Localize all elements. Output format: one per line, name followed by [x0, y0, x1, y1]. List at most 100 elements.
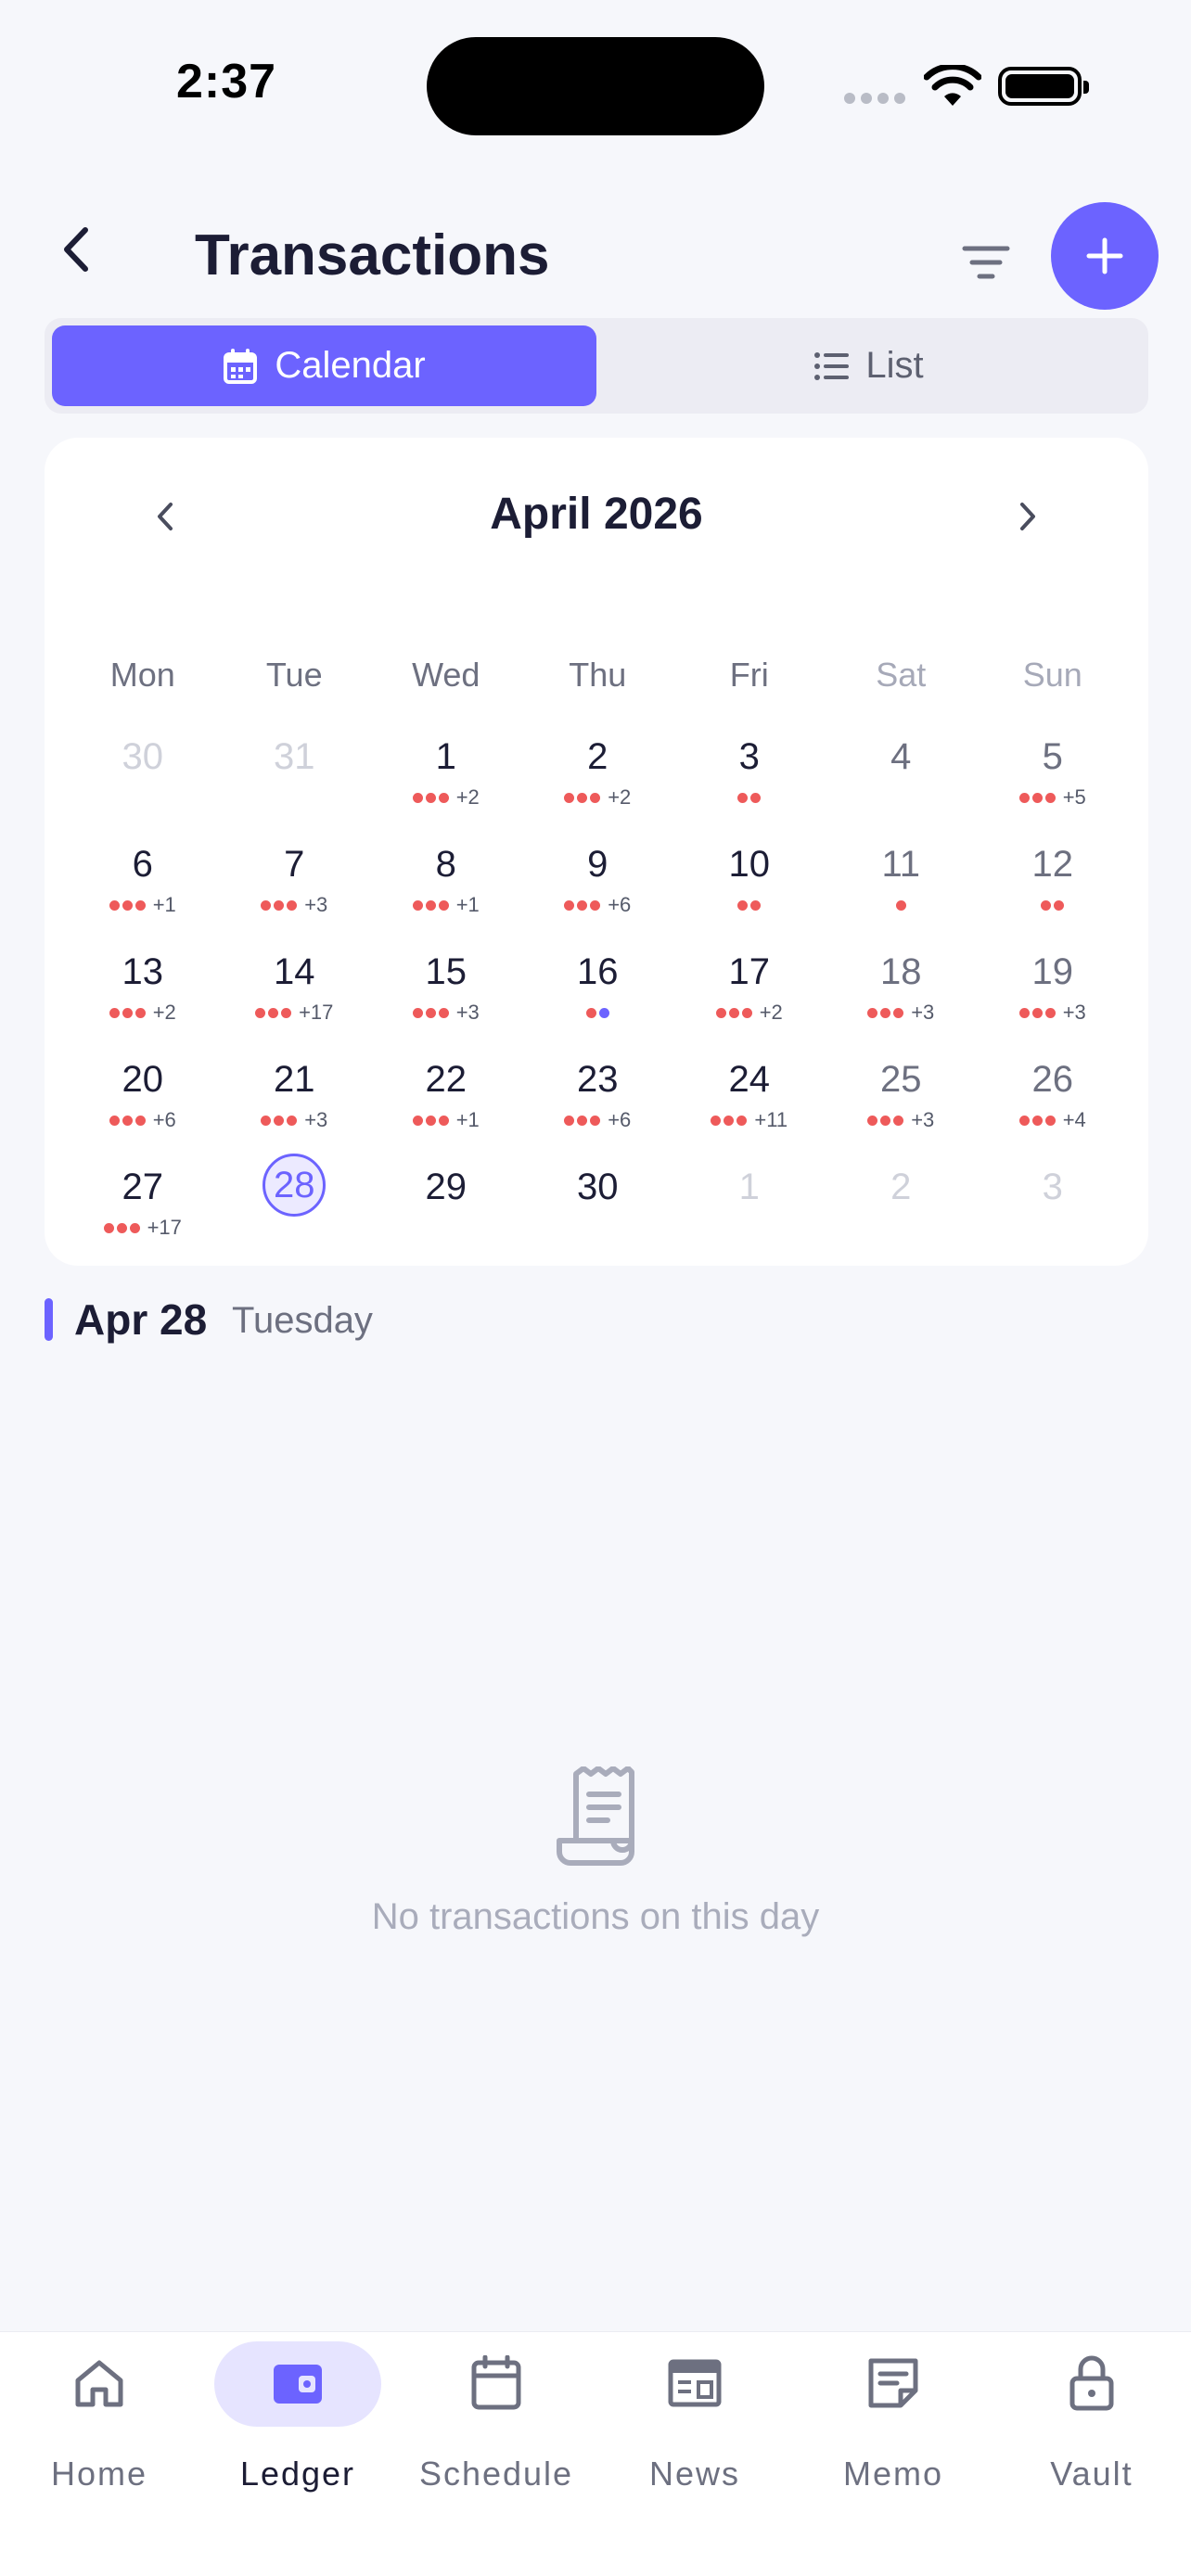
day-number: 5	[1042, 736, 1063, 777]
calendar-day[interactable]: 26 +4	[977, 1055, 1129, 1163]
calendar-day[interactable]: 1 +2	[370, 733, 522, 840]
receipt-icon	[557, 1766, 634, 1866]
more-count: +3	[911, 1001, 935, 1024]
add-transaction-button[interactable]	[1051, 202, 1159, 310]
calendar-day[interactable]: 10	[673, 840, 826, 948]
calendar-day[interactable]: 6 +1	[67, 840, 219, 948]
expense-dot	[1044, 792, 1056, 803]
calendar-day[interactable]: 9 +6	[522, 840, 674, 948]
nav-item-vault[interactable]: Vault	[992, 2332, 1191, 2499]
calendar-day[interactable]: 4	[826, 733, 978, 840]
transaction-indicators	[522, 1001, 674, 1024]
nav-item-news[interactable]: News	[596, 2332, 794, 2499]
calendar-day[interactable]: 16	[522, 948, 674, 1055]
expense-dot	[274, 1115, 285, 1126]
more-count: +3	[911, 1108, 935, 1131]
expense-dot	[134, 899, 146, 911]
calendar-day[interactable]: 13 +2	[67, 948, 219, 1055]
calendar-view-tab[interactable]: Calendar	[52, 325, 596, 406]
expense-dot	[425, 899, 436, 911]
transaction-indicators	[673, 1217, 826, 1239]
expense-dot	[261, 899, 272, 911]
nav-item-schedule[interactable]: Schedule	[397, 2332, 596, 2499]
more-count: +6	[608, 1108, 632, 1131]
calendar-day-selected[interactable]: 28	[219, 1154, 371, 1270]
calendar-view-label: Calendar	[275, 345, 426, 386]
weekday-label: Wed	[412, 656, 480, 694]
weekday-label: Tue	[265, 656, 323, 694]
expense-dot	[425, 1007, 436, 1018]
calendar-day[interactable]: 19 +3	[977, 948, 1129, 1055]
expense-dot	[724, 1115, 735, 1126]
next-month-button[interactable]	[991, 484, 1065, 549]
back-button[interactable]	[48, 208, 104, 291]
expense-dot	[577, 899, 588, 911]
nav-item-memo[interactable]: Memo	[794, 2332, 992, 2499]
more-count: +11	[754, 1108, 788, 1131]
calendar-day[interactable]: 24 +11	[673, 1055, 826, 1163]
calendar-icon	[224, 348, 258, 384]
transaction-indicators: +2	[67, 1001, 219, 1024]
nav-label-news: News	[648, 2455, 741, 2493]
transaction-indicators	[977, 894, 1129, 916]
expense-dot	[750, 792, 762, 803]
calendar-day[interactable]: 29	[370, 1163, 522, 1270]
list-view-tab[interactable]: List	[596, 325, 1141, 406]
calendar-day[interactable]: 1	[673, 1163, 826, 1270]
expense-dot	[1018, 792, 1030, 803]
calendar-day[interactable]: 18 +3	[826, 948, 978, 1055]
calendar-day[interactable]: 3	[977, 1163, 1129, 1270]
expense-dot	[590, 899, 601, 911]
calendar-day[interactable]: 3	[673, 733, 826, 840]
calendar-day[interactable]: 2 +2	[522, 733, 674, 840]
calendar-day[interactable]: 11	[826, 840, 978, 948]
day-number: 11	[881, 844, 921, 885]
more-count: +17	[299, 1001, 334, 1024]
expense-dot	[880, 1115, 891, 1126]
expense-dot	[564, 1115, 575, 1126]
calendar-day[interactable]: 17 +2	[673, 948, 826, 1055]
calendar-day[interactable]: 15 +3	[370, 948, 522, 1055]
calendar-day[interactable]: 8 +1	[370, 840, 522, 948]
expense-dot	[438, 1007, 449, 1018]
more-count: +3	[1062, 1001, 1086, 1024]
calendar-day[interactable]: 23 +6	[522, 1055, 674, 1163]
calendar-day[interactable]: 2	[826, 1163, 978, 1270]
transaction-indicators	[67, 786, 219, 809]
selected-weekday: Tuesday	[232, 1300, 373, 1341]
calendar-day[interactable]: 21 +3	[219, 1055, 371, 1163]
day-number: 30	[577, 1167, 619, 1207]
calendar-day[interactable]: 5 +5	[977, 733, 1129, 840]
day-number: 1	[738, 1167, 760, 1207]
day-number: 9	[587, 844, 608, 885]
expense-dot	[736, 1115, 748, 1126]
expense-dot	[412, 1115, 423, 1126]
calendar-day[interactable]: 30	[522, 1163, 674, 1270]
expense-dot	[425, 1115, 436, 1126]
transaction-indicators: +3	[219, 893, 371, 916]
more-count: +4	[1062, 1108, 1086, 1131]
calendar-day[interactable]: 27 +17	[67, 1163, 219, 1270]
more-count: +1	[152, 893, 176, 916]
weekday-label: Thu	[569, 656, 627, 694]
calendar-day[interactable]: 20 +6	[67, 1055, 219, 1163]
calendar-day[interactable]: 30	[67, 733, 219, 840]
calendar-day[interactable]: 14 +17	[219, 948, 371, 1055]
nav-item-home[interactable]: Home	[0, 2332, 198, 2499]
calendar-week-row: 13 +2 14 +17 15 +3 16 17 +2 18 +3 19 +3	[67, 948, 1129, 1055]
calendar-day[interactable]: 22 +1	[370, 1055, 522, 1163]
expense-dot	[261, 1115, 272, 1126]
transaction-indicators: +3	[977, 1001, 1129, 1024]
day-number: 31	[274, 736, 315, 777]
calendar-day[interactable]: 12	[977, 840, 1129, 948]
filter-button[interactable]	[954, 230, 1018, 295]
calendar-day[interactable]: 31	[219, 733, 371, 840]
calendar-day[interactable]: 25 +3	[826, 1055, 978, 1163]
day-number: 22	[425, 1059, 467, 1100]
expense-dot	[109, 899, 120, 911]
expense-dot	[268, 1007, 279, 1018]
selected-date: Apr 28	[74, 1295, 208, 1344]
nav-item-ledger[interactable]: Ledger	[198, 2332, 397, 2499]
calendar-day[interactable]: 7 +3	[219, 840, 371, 948]
expense-dot	[438, 1115, 449, 1126]
